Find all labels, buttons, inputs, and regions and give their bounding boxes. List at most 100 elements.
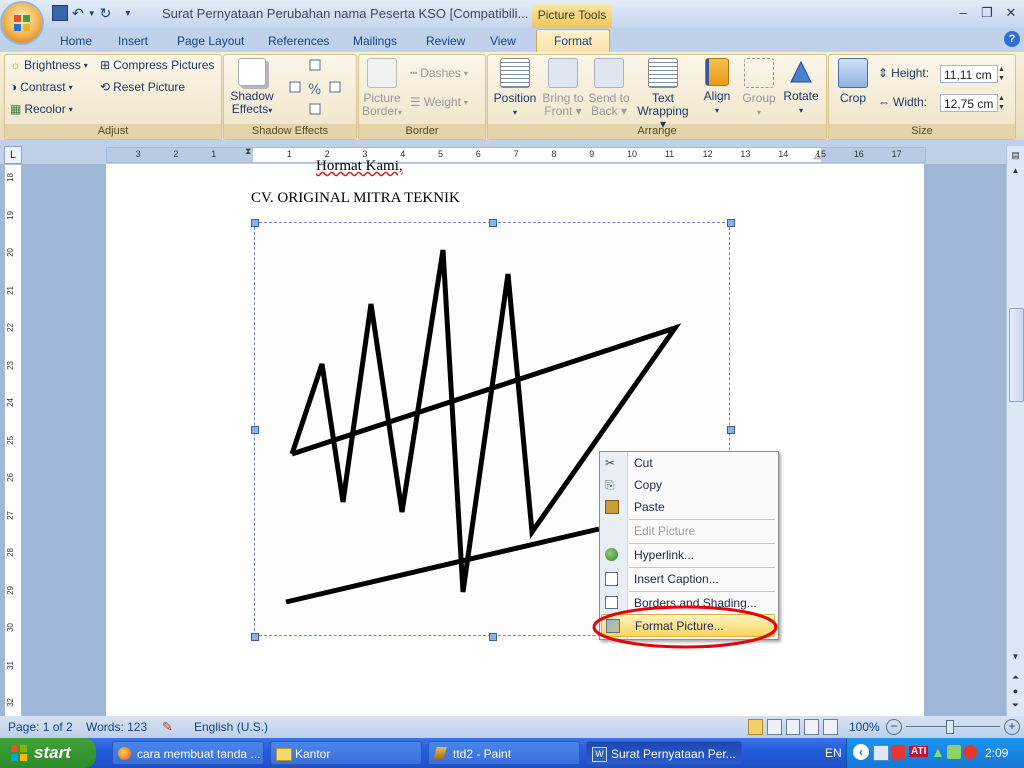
- next-page-icon[interactable]: ⏷: [1009, 700, 1022, 712]
- tab-view[interactable]: View: [490, 31, 516, 51]
- help-icon[interactable]: ?: [1004, 31, 1020, 47]
- qat-customize-icon[interactable]: ▾: [125, 8, 130, 19]
- browse-object-icon[interactable]: ●: [1009, 686, 1022, 698]
- position-button[interactable]: Position ▾: [490, 58, 540, 119]
- task-word[interactable]: W Surat Pernyataan Per...: [586, 741, 742, 765]
- height-spinner[interactable]: ▲ ▼: [998, 65, 1010, 83]
- send-to-back-button[interactable]: Send to Back ▾: [586, 58, 632, 118]
- ruler-number: 1: [286, 149, 292, 159]
- group-button[interactable]: Group ▾: [740, 58, 778, 119]
- volume-icon[interactable]: [947, 745, 961, 759]
- minimize-button[interactable]: –: [952, 5, 974, 21]
- right-indent-marker[interactable]: △: [814, 150, 824, 160]
- menu-item-insert-caption[interactable]: Insert Caption...: [599, 568, 777, 590]
- weight-button[interactable]: ☰ Weight ▾: [410, 95, 468, 109]
- dashes-button[interactable]: ┅ Dashes ▾: [410, 66, 468, 80]
- full-screen-reading-icon[interactable]: [766, 719, 782, 735]
- outline-icon[interactable]: [804, 719, 820, 735]
- picture-border-icon: [367, 58, 397, 88]
- tray-expand-icon[interactable]: ‹: [853, 744, 869, 760]
- menu-item-cut[interactable]: ✂ Cut: [599, 452, 777, 474]
- task-kantor[interactable]: Kantor: [270, 741, 422, 765]
- start-button[interactable]: start: [0, 738, 96, 768]
- reset-picture-button[interactable]: ⟲ Reset Picture: [100, 80, 185, 94]
- scroll-down-icon[interactable]: ▼: [1009, 652, 1022, 666]
- proofing-icon[interactable]: ✎: [162, 719, 173, 735]
- align-button[interactable]: Align ▾: [698, 58, 736, 117]
- weight-icon: ☰: [410, 95, 421, 109]
- resize-handle-w[interactable]: [251, 426, 259, 434]
- zoom-slider-thumb[interactable]: [946, 720, 954, 734]
- vruler-number: 27: [6, 510, 15, 520]
- menu-item-paste[interactable]: Paste: [599, 496, 777, 518]
- tab-page-layout[interactable]: Page Layout: [177, 31, 244, 51]
- nudge-shadow-icons[interactable]: %: [286, 58, 346, 118]
- crop-button[interactable]: Crop: [834, 58, 872, 105]
- save-icon[interactable]: [52, 5, 68, 21]
- menu-item-copy-label: Copy: [634, 478, 663, 492]
- language-status[interactable]: English (U.S.): [194, 720, 268, 734]
- ruler-toggle-icon[interactable]: ▤: [1009, 150, 1022, 162]
- tab-review[interactable]: Review: [426, 31, 465, 51]
- picture-border-button[interactable]: Picture Border▾: [358, 58, 406, 119]
- bring-to-front-button[interactable]: Bring to Front ▾: [540, 58, 586, 118]
- restore-button[interactable]: ❐: [976, 5, 998, 21]
- rotate-button[interactable]: Rotate ▾: [780, 58, 822, 117]
- shadow-effects-button[interactable]: Shadow Effects▾: [226, 58, 278, 117]
- ati-icon[interactable]: ATI: [909, 746, 929, 757]
- redo-icon[interactable]: ↻: [100, 5, 112, 22]
- vertical-scrollbar[interactable]: ▤ ▲ ▼ ⏶ ● ⏷: [1006, 146, 1024, 716]
- resize-handle-sw[interactable]: [251, 633, 259, 641]
- close-button[interactable]: ✕: [1000, 5, 1022, 21]
- word-count[interactable]: Words: 123: [86, 720, 147, 734]
- width-input[interactable]: 12,75 cm: [940, 94, 998, 112]
- vertical-ruler[interactable]: 18 19 20 21 22 23 24 25 26 27 28 29 30 31 32: [4, 164, 22, 718]
- zoom-level[interactable]: 100%: [849, 720, 880, 734]
- compress-pictures-button[interactable]: ⊞ Compress Pictures: [100, 58, 214, 72]
- tab-home[interactable]: Home: [60, 31, 92, 51]
- resize-handle-nw[interactable]: [251, 219, 259, 227]
- recolor-button[interactable]: ▦ Recolor ▾: [10, 102, 73, 116]
- resize-handle-ne[interactable]: [727, 219, 735, 227]
- ruler-number: 10: [627, 149, 638, 159]
- antivirus-icon[interactable]: [891, 745, 905, 759]
- menu-item-copy[interactable]: ⎘ Copy: [599, 474, 777, 496]
- width-spinner[interactable]: ▲ ▼: [998, 94, 1010, 112]
- page-count[interactable]: Page: 1 of 2: [8, 720, 73, 734]
- resize-handle-e[interactable]: [727, 426, 735, 434]
- print-layout-icon[interactable]: [748, 719, 763, 735]
- resize-handle-s[interactable]: [489, 633, 497, 641]
- zoom-in-icon[interactable]: +: [1004, 719, 1020, 735]
- tab-insert[interactable]: Insert: [118, 31, 148, 51]
- zoom-out-icon[interactable]: −: [886, 719, 902, 735]
- clock: 2:09: [985, 746, 1009, 760]
- scroll-up-icon[interactable]: ▲: [1009, 166, 1022, 180]
- task-paint[interactable]: ttd2 - Paint: [428, 741, 580, 765]
- menu-item-edit-picture[interactable]: Edit Picture: [599, 520, 777, 542]
- ruler-number: 9: [589, 149, 595, 159]
- indent-marker[interactable]: ⧗: [245, 146, 255, 164]
- height-input[interactable]: 11,11 cm: [940, 65, 998, 83]
- tab-format[interactable]: Format: [536, 29, 610, 53]
- horizontal-ruler[interactable]: 3 2 1 1 2 3 4 5 6 7 8 9 10 11 12 13 14 15 16 17: [106, 147, 926, 163]
- tab-mailings[interactable]: Mailings: [353, 31, 397, 51]
- web-layout-icon[interactable]: [785, 719, 801, 735]
- contrast-button[interactable]: ◑ Contrast ▾: [10, 80, 73, 94]
- language-indicator[interactable]: EN: [825, 746, 842, 760]
- undo-icon[interactable]: ↶: [72, 5, 84, 22]
- resize-handle-n[interactable]: [489, 219, 497, 227]
- scroll-thumb[interactable]: [1009, 308, 1024, 402]
- brightness-button[interactable]: ☼ Brightness ▾: [10, 58, 88, 72]
- office-button[interactable]: [2, 3, 42, 43]
- draft-icon[interactable]: [823, 719, 838, 735]
- triangle-icon[interactable]: ▲: [931, 744, 945, 760]
- text-wrapping-button[interactable]: Text Wrapping ▾: [634, 58, 692, 131]
- menu-item-hyperlink[interactable]: Hyperlink...: [599, 544, 777, 566]
- tab-references[interactable]: References: [268, 31, 329, 51]
- undo-dropdown-icon[interactable]: ▼: [88, 9, 96, 18]
- tab-selector[interactable]: L: [4, 146, 22, 164]
- previous-page-icon[interactable]: ⏶: [1009, 672, 1022, 684]
- security-icon[interactable]: [963, 745, 977, 759]
- task-firefox[interactable]: cara membuat tanda ...: [112, 741, 264, 765]
- network-icon[interactable]: [873, 745, 889, 761]
